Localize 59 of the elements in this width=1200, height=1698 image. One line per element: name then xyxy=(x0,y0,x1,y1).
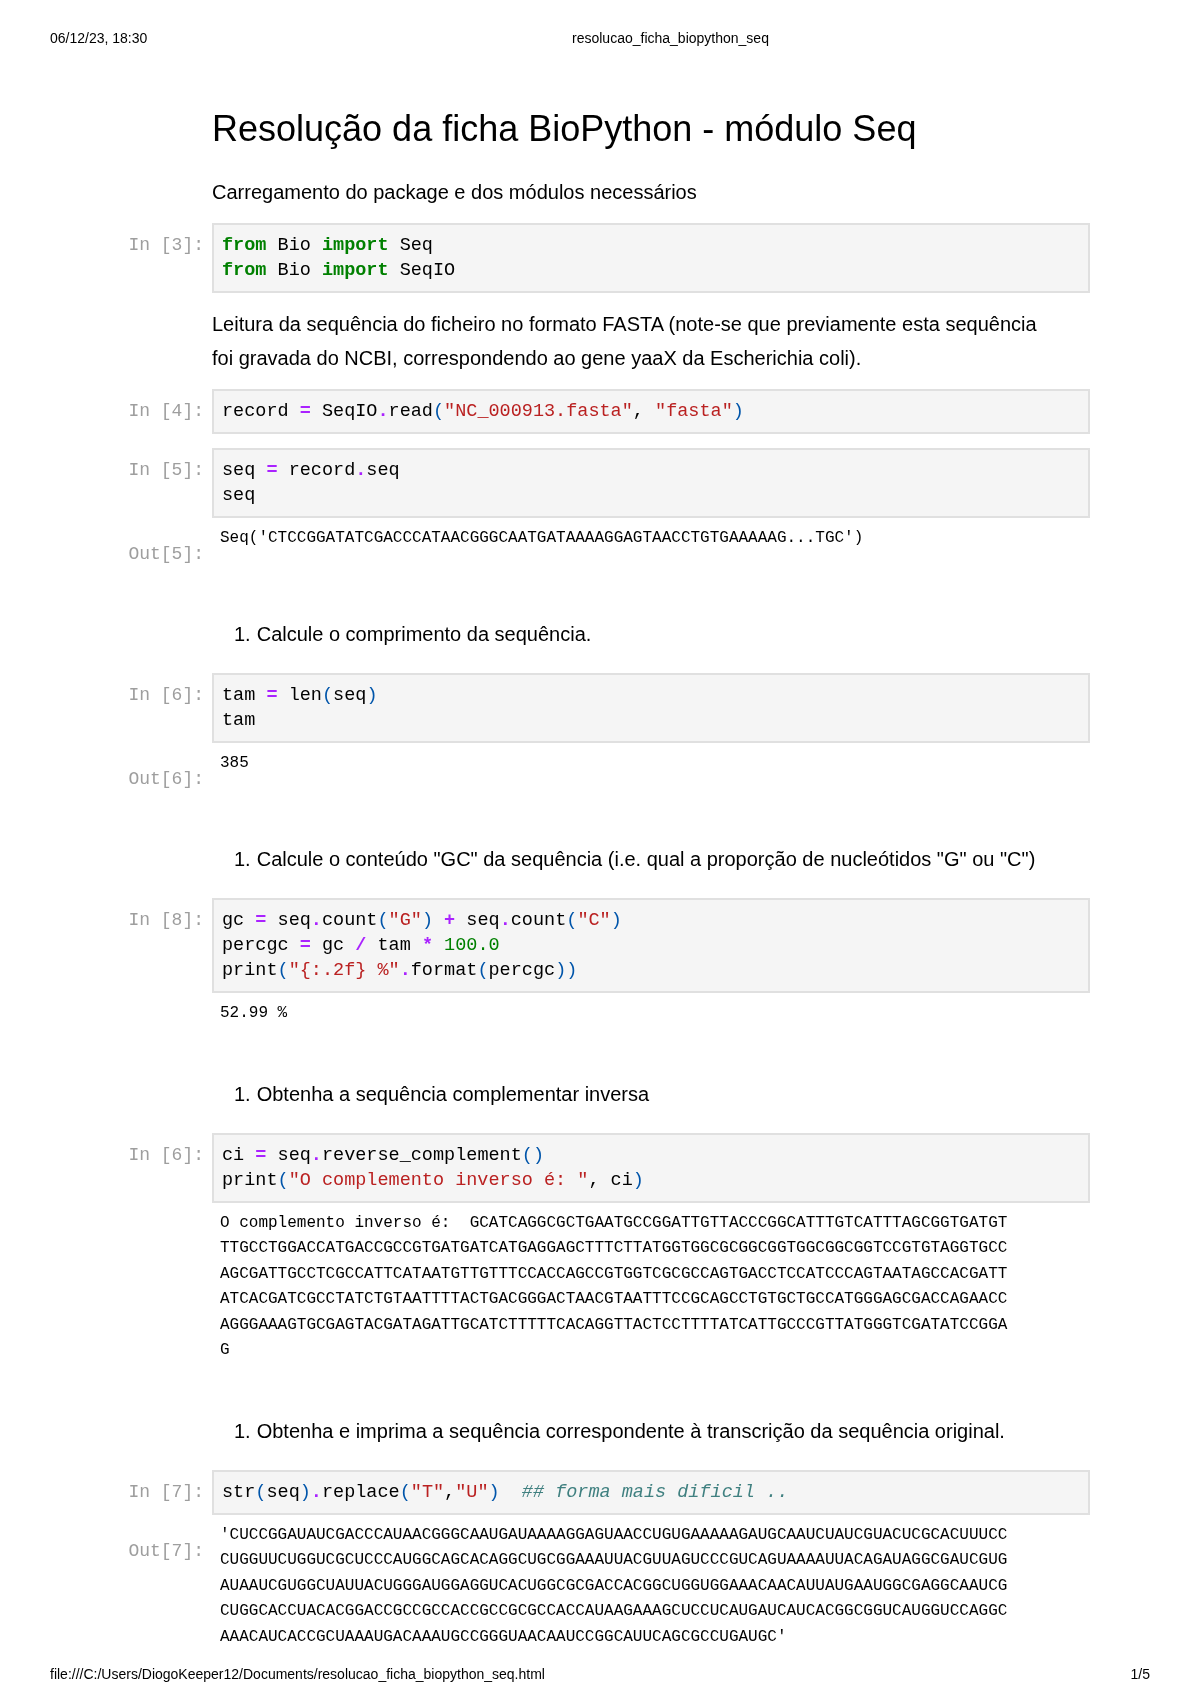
input-prompt: In [5]: xyxy=(128,460,204,480)
output-line: AGGGAAAGTGCGAGTACGATAGATTGCATCTTTTTCACAGGTTACTCCTTTTATCATTGCCCGTTATGGGTCGATATCCGGA xyxy=(220,1314,1009,1336)
input-prompt: In [6]: xyxy=(128,685,204,705)
output-line: TTGCCTGGACCATGACCGCCGTGATGATCATGAGGAGCTTTCTTATGGTGGCGCGGCGGTGGCGGCGGTCCGTGTAGGTGCC xyxy=(220,1238,1009,1259)
output-line: CUGGCACCUACACGGACCGCCGCCACCGCCGCGCCACCAUAAGAAAGCUCCUCAUGAUCAUCACGGCGGUCAUGGUCCAGGC xyxy=(220,1601,1009,1622)
markdown-text: Carregamento do package e dos módulos necessários xyxy=(212,180,698,205)
code-cell[interactable]: from Bio import Seq from Bio import SeqIO xyxy=(212,223,1090,293)
output-prompt: Out[7]: xyxy=(128,1540,204,1561)
input-prompt: In [8]: xyxy=(128,910,204,930)
code-cell[interactable]: seq = record.seq seq xyxy=(212,448,1090,518)
output-line: AAACAUCACCGCUAAAUGACAAAUGCCGGGUAACAAUCCGGCAUUCAGCGCCUGAUGC' xyxy=(220,1626,788,1648)
code-line: seq = record.seq xyxy=(222,459,401,483)
output-line: AUAAUCGUGGCUAUUACUGGGAUGGAGGUCACUGGCGCGACCACGGCUGGUGGAAACAACAUUAUGAAUGGCGAGGCAAUCG xyxy=(220,1575,1009,1597)
list-text: Obtenha a sequência complementar inversa xyxy=(256,1081,650,1107)
code-cell[interactable]: str(seq).replace("T","U") ## forma mais dificil .. xyxy=(212,1469,1090,1515)
output-prompt: Out[6]: xyxy=(128,769,204,789)
list-number: 1. xyxy=(234,1081,251,1107)
input-prompt: In [4]: xyxy=(128,401,204,421)
input-prompt: In [7]: xyxy=(128,1481,204,1502)
output-line: ATCACGATCGCCTATCTGTAATTTTACTGACGGGACTAACGTAATTTCCGCAGCCTGTGCTGCCATGGGAGCGACCAGAACC xyxy=(220,1289,1009,1310)
output-line: Seq('CTCCGGATATCGACCCATAACGGGCAATGATAAAAGGAGTAACCTGTGAAAAAG...TGC') xyxy=(220,528,865,549)
output-line: AGCGATTGCCTCGCCATTCATAATGTTGTTTCCACCAGCCGTGGTCGCGCCAGTGACCTCCATCCCAGTAATAGCCACGATT xyxy=(220,1263,1009,1285)
output-line: CUGGUUCUGGUCGCUCCCAUGGCAGCACAGGCUGCGGAAAUUACGUUAGUCCCGUCAGUAAAAUUACAGAUAGGCGAUCGUG xyxy=(220,1550,1009,1571)
code-line: percgc = gc / tam * 100.0 xyxy=(222,934,501,958)
code-line: str(seq).replace("T","U") ## forma mais dificil .. xyxy=(222,1480,790,1505)
list-number: 1. xyxy=(234,1418,251,1444)
code-line: ci = seq.reverse_complement() xyxy=(222,1143,545,1168)
output-line: 52.99 % xyxy=(220,1003,289,1024)
input-prompt: In [3]: xyxy=(128,235,204,255)
list-number: 1. xyxy=(234,847,251,872)
code-cell[interactable]: gc = seq.count("G") + seq.count("C") percgc = gc / tam * 100.0 print("{:.2f} %".format(percgc)) xyxy=(212,898,1090,993)
print-date: 06/12/23, 18:30 xyxy=(50,29,149,48)
code-line: from Bio import SeqIO xyxy=(222,259,457,283)
code-line: from Bio import Seq xyxy=(222,234,434,258)
list-number: 1. xyxy=(234,622,251,647)
page-number: 1/5 xyxy=(1130,1665,1150,1684)
code-line: record = SeqIO.read("NC_000913.fasta", "fasta") xyxy=(222,400,745,424)
input-prompt: In [6]: xyxy=(128,1144,204,1165)
notebook-title: Resolução da ficha BioPython - módulo Seq xyxy=(212,107,918,151)
output-line: 'CUCCGGAUAUCGACCCAUAACGGGCAAUGAUAAAAGGAGUAACCUGUGAAAAAGAUGCAAUCUAUCGUACUCGCACUUUCC xyxy=(220,1524,1009,1546)
code-line: tam xyxy=(222,709,257,733)
list-text: Calcule o comprimento da sequência. xyxy=(256,622,592,647)
print-title: resolucao_ficha_biopython_seq xyxy=(572,29,769,48)
code-cell[interactable]: record = SeqIO.read("NC_000913.fasta", "fasta") xyxy=(212,389,1090,434)
list-text: Calcule o conteúdo "GC" da sequência (i.e. qual a proporção de nucleótidos "G" ou "C") xyxy=(256,847,1036,872)
output-prompt: Out[5]: xyxy=(128,544,204,564)
code-line: seq xyxy=(222,484,257,508)
code-line: gc = seq.count("G") + seq.count("C") xyxy=(222,909,623,933)
output-line: G xyxy=(220,1340,231,1361)
output-line: 385 xyxy=(220,753,250,774)
code-line: tam = len(seq) xyxy=(222,684,379,708)
output-line: O complemento inverso é: GCATCAGGCGCTGAATGCCGGATTGTTACCCGGCATTTGTCATTTAGCGGTGATGT xyxy=(220,1212,1009,1234)
list-text: Obtenha e imprima a sequência correspondente à transcrição da sequência original. xyxy=(256,1418,1005,1444)
code-cell[interactable]: ci = seq.reverse_complement() print("O complemento inverso é: ", ci) xyxy=(212,1132,1090,1203)
code-line: print("{:.2f} %".format(percgc)) xyxy=(222,959,579,983)
code-line: print("O complemento inverso é: ", ci) xyxy=(222,1168,645,1193)
file-path: file:///C:/Users/DiogoKeeper12/Documents/resolucao_ficha_biopython_seq.html xyxy=(50,1665,545,1684)
markdown-text: Leitura da sequência do ficheiro no formato FASTA (note-se que previamente esta sequência foi gravada do NCBI, correspondendo ao gene yaaX da Escherichia coli). xyxy=(212,312,1038,371)
code-cell[interactable]: tam = len(seq) tam xyxy=(212,673,1090,743)
